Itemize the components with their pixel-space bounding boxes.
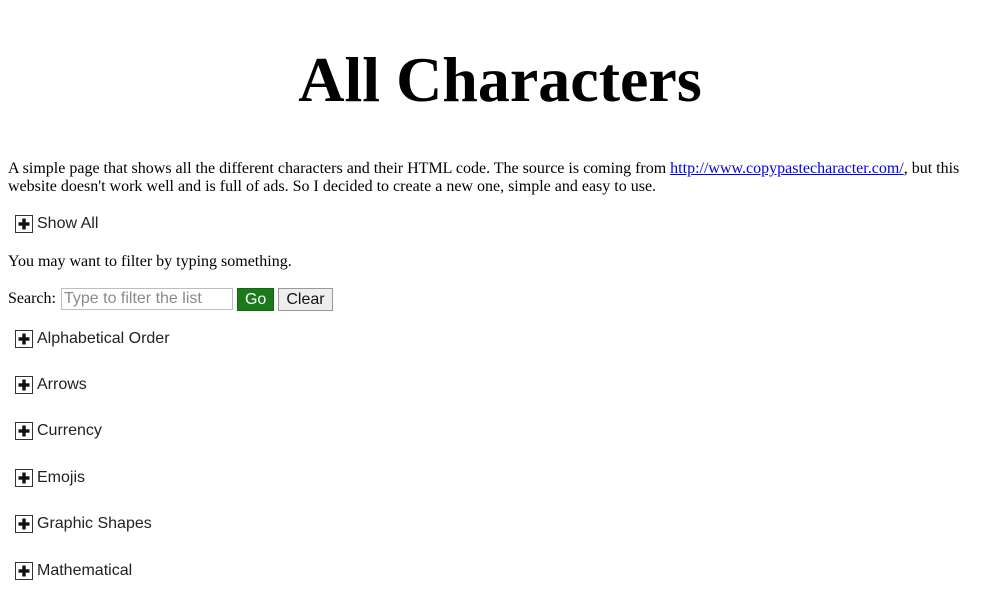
- plus-icon[interactable]: [15, 562, 33, 580]
- search-input[interactable]: [60, 288, 233, 310]
- plus-icon[interactable]: [15, 330, 33, 348]
- page: All Characters A simple page that shows …: [0, 0, 1000, 600]
- show-all-label[interactable]: Show All: [37, 215, 98, 233]
- category-label[interactable]: Mathematical: [37, 562, 132, 580]
- source-link[interactable]: http://www.copypastecharacter.com/: [670, 160, 904, 177]
- category-label[interactable]: Arrows: [37, 376, 87, 394]
- category-toggle-graphic-shapes[interactable]: Graphic Shapes: [15, 513, 992, 535]
- category-label[interactable]: Emojis: [37, 469, 85, 487]
- plus-icon[interactable]: [15, 215, 33, 233]
- category-toggle-arrows[interactable]: Arrows: [15, 374, 992, 396]
- intro-text-before: A simple page that shows all the differe…: [8, 160, 671, 177]
- go-button[interactable]: Go: [236, 287, 275, 311]
- category-list: Alphabetical Order Arrows Currency Emoji…: [8, 328, 992, 582]
- plus-icon[interactable]: [15, 376, 33, 394]
- category-toggle-emojis[interactable]: Emojis: [15, 467, 992, 489]
- category-toggle-mathematical[interactable]: Mathematical: [15, 560, 992, 582]
- plus-icon[interactable]: [15, 469, 33, 487]
- category-toggle-currency[interactable]: Currency: [15, 420, 992, 442]
- clear-button[interactable]: Clear: [278, 287, 333, 311]
- intro-paragraph: A simple page that shows all the differe…: [8, 160, 988, 196]
- plus-icon[interactable]: [15, 422, 33, 440]
- search-label: Search:: [8, 290, 56, 307]
- filter-note: You may want to filter by typing somethi…: [8, 253, 292, 270]
- category-toggle-alphabetical-order[interactable]: Alphabetical Order: [15, 328, 992, 350]
- search-form: Search: Go Clear: [8, 287, 992, 311]
- category-label[interactable]: Graphic Shapes: [37, 515, 152, 533]
- page-title: All Characters: [298, 44, 702, 115]
- category-label[interactable]: Currency: [37, 422, 102, 440]
- plus-icon[interactable]: [15, 515, 33, 533]
- category-label[interactable]: Alphabetical Order: [37, 330, 170, 348]
- show-all-toggle[interactable]: Show All: [15, 213, 992, 235]
